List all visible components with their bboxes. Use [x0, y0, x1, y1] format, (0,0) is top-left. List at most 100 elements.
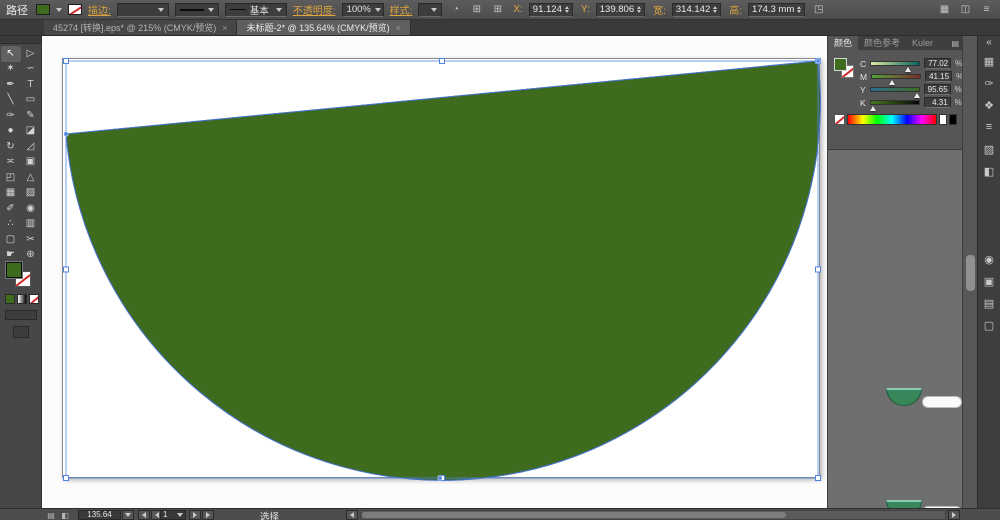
color-spectrum-ramp[interactable] [847, 114, 937, 125]
lasso-tool[interactable]: ∽ [21, 62, 41, 78]
tools-panel-header[interactable] [0, 36, 41, 44]
stepper-arrows-icon[interactable] [713, 6, 718, 13]
panel-icon-stroke[interactable]: ≡ [978, 116, 1000, 138]
panel-icon-artboards[interactable]: ▢ [978, 314, 1000, 336]
black-swatch[interactable] [949, 114, 957, 125]
anchor-point[interactable] [63, 131, 69, 137]
magenta-value-field[interactable]: 41.15 [925, 71, 953, 82]
stroke-color-swatch[interactable] [68, 4, 82, 15]
color-button[interactable] [5, 294, 15, 304]
scroll-left-icon[interactable] [346, 510, 358, 520]
eraser-tool[interactable]: ◪ [21, 124, 41, 140]
scrollbar-thumb[interactable] [966, 255, 975, 291]
screen-mode-button[interactable] [13, 326, 29, 338]
workspace-switcher-icon[interactable]: ◫ [958, 3, 973, 17]
fill-color-proxy[interactable] [5, 261, 23, 279]
free-transform-tool[interactable]: ▣ [21, 155, 41, 171]
fill-color-swatch[interactable] [36, 4, 50, 15]
panel-icon-graphic-styles[interactable]: ▣ [978, 270, 1000, 292]
expand-panels-icon[interactable]: « [978, 36, 1000, 50]
drawing-mode-button[interactable] [5, 310, 37, 320]
height-field[interactable]: 174.3 mm [748, 2, 806, 17]
shape-builder-tool[interactable]: ◰ [1, 170, 21, 186]
none-swatch[interactable] [834, 114, 845, 125]
scrollbar-thumb[interactable] [362, 512, 786, 518]
fill-color-proxy[interactable] [834, 58, 847, 71]
yellow-value-field[interactable]: 95.65 [923, 84, 951, 95]
tab-color[interactable]: 颜色 [828, 36, 859, 50]
canvas[interactable] [42, 36, 827, 508]
close-icon[interactable]: × [396, 23, 401, 33]
style-dropdown[interactable] [418, 2, 443, 17]
first-artboard-icon[interactable] [138, 510, 150, 520]
status-grid-icon[interactable]: ◧ [60, 510, 70, 520]
transform-panel-icon[interactable]: ◳ [811, 3, 826, 17]
preview-thumbnail-shape[interactable] [886, 500, 922, 508]
white-swatch[interactable] [939, 114, 947, 125]
selection-handle[interactable] [63, 58, 69, 64]
artboard-tool[interactable]: ▢ [1, 232, 21, 248]
paintbrush-tool[interactable]: ✑ [1, 108, 21, 124]
panel-menu-icon[interactable]: ▤ [951, 39, 962, 48]
stepper-arrows-icon[interactable] [637, 6, 642, 13]
panel-icon-transparency[interactable]: ◧ [978, 160, 1000, 182]
slice-tool[interactable]: ✂ [21, 232, 41, 248]
artboard-number-field[interactable]: 1 [160, 510, 186, 520]
pencil-tool[interactable]: ✎ [21, 108, 41, 124]
selection-handle[interactable] [63, 475, 69, 481]
cyan-slider[interactable] [870, 61, 921, 72]
anchor-point[interactable] [815, 58, 821, 64]
direct-selection-tool[interactable]: ▷ [21, 46, 41, 62]
tab-color-guide[interactable]: 颜色参考 [858, 36, 906, 50]
blend-tool[interactable]: ◉ [21, 201, 41, 217]
x-position-field[interactable]: 91.124 [528, 2, 573, 17]
vertical-scrollbar[interactable] [962, 36, 977, 508]
gradient-button[interactable] [17, 294, 27, 304]
stepper-arrows-icon[interactable] [564, 6, 569, 13]
column-graph-tool[interactable]: ▥ [21, 217, 41, 233]
perspective-grid-tool[interactable]: △ [21, 170, 41, 186]
panel-icon-appearance[interactable]: ◉ [978, 248, 1000, 270]
hand-tool[interactable]: ☛ [1, 248, 21, 264]
align-grid-icon[interactable]: ⊞ [490, 3, 505, 17]
symbol-sprayer-tool[interactable]: ∴ [1, 217, 21, 233]
anchor-point[interactable] [437, 475, 443, 481]
drawn-shape[interactable] [65, 60, 821, 481]
panel-icon-symbols[interactable]: ❖ [978, 94, 1000, 116]
selection-handle[interactable] [815, 266, 821, 273]
eyedropper-tool[interactable]: ✐ [1, 201, 21, 217]
magic-wand-tool[interactable]: ✶ [1, 62, 21, 78]
arrange-documents-icon[interactable]: ▦ [937, 3, 952, 17]
tab-kuler[interactable]: Kuler [906, 36, 939, 50]
rotate-tool[interactable]: ↻ [1, 139, 21, 155]
panel-icon-swatches[interactable]: ▦ [978, 50, 1000, 72]
recolor-artwork-icon[interactable]: ◔ [448, 3, 463, 17]
y-position-field[interactable]: 139.806 [595, 2, 646, 17]
magenta-slider[interactable] [871, 74, 922, 85]
yellow-slider[interactable] [869, 87, 920, 98]
opacity-label[interactable]: 不透明度: [293, 2, 336, 17]
type-tool[interactable]: T [21, 77, 41, 93]
horizontal-scrollbar[interactable] [360, 510, 946, 520]
close-icon[interactable]: × [222, 23, 227, 33]
opacity-dropdown[interactable]: 100% [341, 2, 384, 17]
stroke-label[interactable]: 描边: [88, 2, 111, 17]
none-button[interactable] [29, 294, 39, 304]
stepper-arrows-icon[interactable] [797, 6, 802, 13]
black-slider[interactable] [869, 100, 920, 111]
gradient-tool[interactable]: ▨ [21, 186, 41, 202]
mesh-tool[interactable]: ▦ [1, 186, 21, 202]
selection-handle[interactable] [815, 475, 821, 481]
status-menu-icon[interactable]: ▤ [46, 510, 56, 520]
pen-tool[interactable]: ✒ [1, 77, 21, 93]
selection-handle[interactable] [63, 266, 69, 273]
stroke-weight-dropdown[interactable] [116, 2, 169, 17]
brush-definition-dropdown[interactable]: 基本 [224, 2, 287, 17]
scroll-right-icon[interactable] [948, 510, 960, 520]
selection-handle[interactable] [439, 58, 445, 64]
black-value-field[interactable]: 4.31 [923, 97, 951, 108]
blob-brush-tool[interactable]: ● [1, 124, 21, 140]
document-tab-active[interactable]: 未标题-2* @ 135.64% (CMYK/预览) × [237, 20, 411, 35]
document-tab-inactive[interactable]: 45274 [转换].eps* @ 215% (CMYK/预览) × [44, 20, 238, 35]
zoom-dropdown-arrow-icon[interactable] [122, 510, 134, 520]
